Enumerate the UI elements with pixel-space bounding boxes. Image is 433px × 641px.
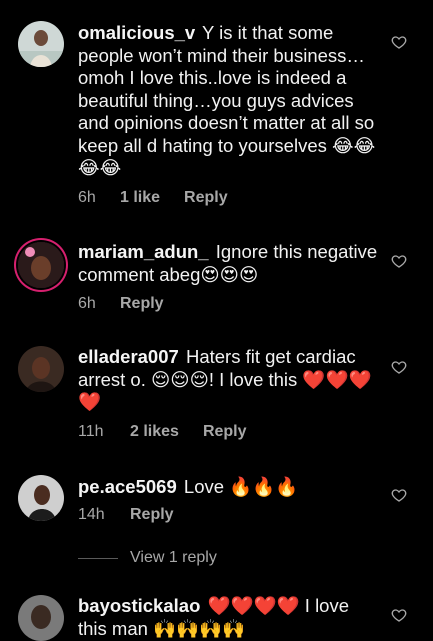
heart-outline-icon[interactable] bbox=[391, 359, 407, 375]
comment-username[interactable]: bayostickalao bbox=[78, 595, 200, 616]
avatar[interactable] bbox=[18, 346, 64, 392]
reply-button[interactable]: Reply bbox=[130, 506, 174, 524]
reply-button[interactable]: Reply bbox=[203, 423, 247, 441]
comment-body: bayostickalao ❤️❤️❤️❤️ I love this man 🙌… bbox=[78, 595, 378, 640]
heart-outline-icon[interactable] bbox=[391, 34, 407, 50]
comment-username[interactable]: pe.ace5069 bbox=[78, 476, 177, 497]
replies-divider bbox=[78, 557, 118, 559]
avatar[interactable] bbox=[18, 21, 64, 67]
comment-text: Love 🔥🔥🔥 bbox=[183, 476, 299, 497]
reply-button[interactable]: Reply bbox=[184, 189, 228, 207]
comment-likes[interactable]: 2 likes bbox=[130, 423, 179, 441]
comment-time: 6h bbox=[78, 295, 96, 312]
comment-meta: 6h 1 like Reply bbox=[78, 189, 228, 207]
comment-text: Y is it that some people won’t mind thei… bbox=[78, 22, 376, 178]
comment-body: mariam_adun_ Ignore this negative commen… bbox=[78, 241, 378, 286]
comment-username[interactable]: elladera007 bbox=[78, 346, 179, 367]
comment-body: pe.ace5069 Love 🔥🔥🔥 bbox=[78, 476, 378, 499]
comment-username[interactable]: omalicious_v bbox=[78, 22, 195, 43]
avatar[interactable] bbox=[18, 595, 64, 641]
comment-time: 11h bbox=[78, 423, 104, 440]
avatar[interactable] bbox=[18, 242, 64, 288]
reply-button[interactable]: Reply bbox=[120, 295, 164, 313]
heart-outline-icon[interactable] bbox=[391, 487, 407, 503]
comment-body: omalicious_v Y is it that some people wo… bbox=[78, 22, 378, 180]
comment-meta: 6h Reply bbox=[78, 295, 164, 313]
heart-outline-icon[interactable] bbox=[391, 253, 407, 269]
view-replies-label[interactable]: View 1 reply bbox=[130, 549, 217, 567]
comment-likes[interactable]: 1 like bbox=[120, 189, 160, 207]
heart-outline-icon[interactable] bbox=[391, 607, 407, 623]
comment-body: elladera007 Haters fit get cardiac arres… bbox=[78, 346, 378, 414]
comment-time: 14h bbox=[78, 506, 105, 523]
view-replies-button[interactable]: View 1 reply bbox=[78, 549, 217, 567]
comment-meta: 11h 2 likes Reply bbox=[78, 423, 247, 441]
avatar[interactable] bbox=[18, 475, 64, 521]
comment-meta: 14h Reply bbox=[78, 506, 174, 524]
comment-time: 6h bbox=[78, 189, 96, 206]
comment-username[interactable]: mariam_adun_ bbox=[78, 241, 209, 262]
